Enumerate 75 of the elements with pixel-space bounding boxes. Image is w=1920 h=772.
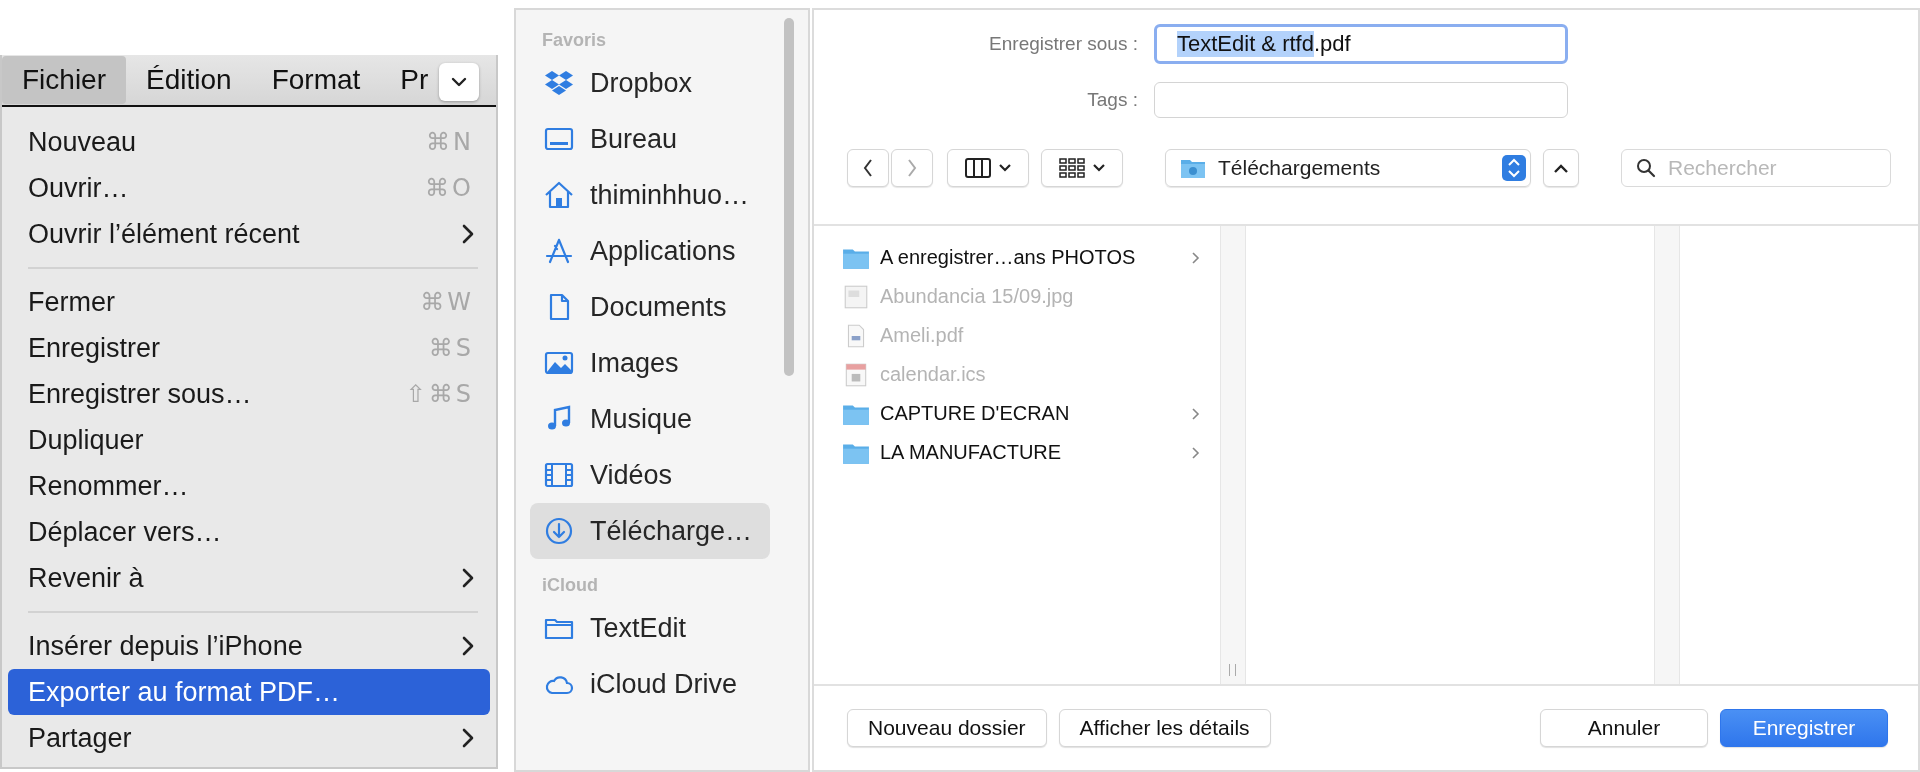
- scrollbar-thumb[interactable]: [784, 18, 794, 376]
- sidebar-section-title: Favoris: [542, 30, 608, 51]
- menu-item[interactable]: Exporter au format PDF…: [8, 669, 490, 715]
- sidebar-item[interactable]: iCloud Drive: [530, 656, 770, 712]
- menu-item[interactable]: Nouveau ⌘N: [8, 119, 490, 165]
- chevron-right-icon: [907, 159, 917, 177]
- filename-field[interactable]: TextEdit & rtfd.pdf: [1154, 24, 1568, 64]
- tags-label: Tags :: [1086, 89, 1139, 111]
- dropbox-icon: [544, 68, 574, 98]
- sidebar-item[interactable]: Dropbox: [530, 55, 770, 111]
- caret-icon: [999, 164, 1011, 172]
- shortcut-label: ⌘O: [425, 174, 474, 202]
- forward-button[interactable]: [891, 149, 933, 187]
- save-as-label: Enregistrer sous :: [988, 33, 1139, 55]
- app-store-icon: [544, 236, 574, 266]
- back-button[interactable]: [847, 149, 889, 187]
- grid-icon: [1059, 158, 1085, 178]
- shortcut-label: ⌘N: [426, 128, 474, 156]
- chevron-left-icon: [863, 159, 873, 177]
- search-icon: [1636, 158, 1656, 178]
- stepper-icon: [1502, 155, 1526, 181]
- image-file-icon: [842, 284, 870, 309]
- menu-item[interactable]: Renommer…: [8, 463, 490, 509]
- download-icon: [544, 516, 574, 546]
- menu-bar-item[interactable]: Format: [251, 56, 381, 104]
- shortcut-label: ⌘W: [420, 288, 474, 316]
- menu-item[interactable]: Déplacer vers…: [8, 509, 490, 555]
- menu-bar-item[interactable]: Pr: [380, 56, 429, 104]
- chevron-right-icon: [1192, 446, 1200, 459]
- sidebar-item[interactable]: Applications: [530, 223, 770, 279]
- sidebar-item[interactable]: Télécharge…: [530, 503, 770, 559]
- film-icon: [544, 460, 574, 490]
- menu-item[interactable]: Revenir à: [8, 555, 490, 601]
- resize-handle[interactable]: [1229, 664, 1236, 676]
- chevron-down-icon: [451, 77, 467, 87]
- shortcut-label: ⇧⌘S: [405, 380, 474, 408]
- menu-bar-item[interactable]: Édition: [126, 56, 252, 104]
- expand-button[interactable]: [1543, 149, 1579, 187]
- group-button[interactable]: [1041, 149, 1123, 187]
- menu-item[interactable]: Ouvrir l’élément récent: [8, 211, 490, 257]
- sidebar-item[interactable]: Musique: [530, 391, 770, 447]
- menu-item[interactable]: Insérer depuis l’iPhone: [8, 623, 490, 669]
- menu-item[interactable]: Fermer ⌘W: [8, 279, 490, 325]
- sidebar-item[interactable]: TextEdit: [530, 600, 770, 656]
- file-row[interactable]: A enregistrer…ans PHOTOS: [814, 238, 1220, 277]
- sidebar-item[interactable]: thiminhhuo…: [530, 167, 770, 223]
- menu-item[interactable]: Enregistrer ⌘S: [8, 325, 490, 371]
- sidebar-item[interactable]: Images: [530, 335, 770, 391]
- shortcut-label: ⌘S: [428, 334, 474, 362]
- dialog-button[interactable]: Nouveau dossier: [847, 709, 1047, 747]
- menu-bar-item[interactable]: Fichier: [2, 56, 126, 104]
- caret-icon: [1093, 164, 1105, 172]
- folder-icon: [1180, 157, 1206, 179]
- chevron-up-icon: [1554, 163, 1568, 173]
- tags-field[interactable]: [1154, 82, 1568, 118]
- dialog-button[interactable]: Afficher les détails: [1058, 709, 1271, 747]
- sidebar-item[interactable]: Documents: [530, 279, 770, 335]
- column-view-button[interactable]: [947, 149, 1029, 187]
- dialog-button[interactable]: Annuler: [1540, 709, 1708, 747]
- menu-item[interactable]: Dupliquer: [8, 417, 490, 463]
- sidebar-section-title: iCloud: [542, 575, 599, 596]
- columns-icon: [965, 158, 991, 178]
- save-button[interactable]: Enregistrer: [1720, 709, 1888, 747]
- file-row[interactable]: LA MANUFACTURE: [814, 433, 1220, 472]
- menu-item[interactable]: Enregistrer sous… ⇧⌘S: [8, 371, 490, 417]
- menu-item[interactable]: Partager: [8, 715, 490, 761]
- chevron-right-icon: [1192, 407, 1200, 420]
- location-popup[interactable]: Téléchargements: [1165, 149, 1531, 187]
- sidebar-item[interactable]: Vidéos: [530, 447, 770, 503]
- home-icon: [544, 180, 574, 210]
- sidebar-item[interactable]: Bureau: [530, 111, 770, 167]
- file-row[interactable]: CAPTURE D'ECRAN: [814, 394, 1220, 433]
- chevron-button[interactable]: [439, 63, 479, 101]
- menu-item[interactable]: Ouvrir… ⌘O: [8, 165, 490, 211]
- chevron-right-icon: [1192, 251, 1200, 264]
